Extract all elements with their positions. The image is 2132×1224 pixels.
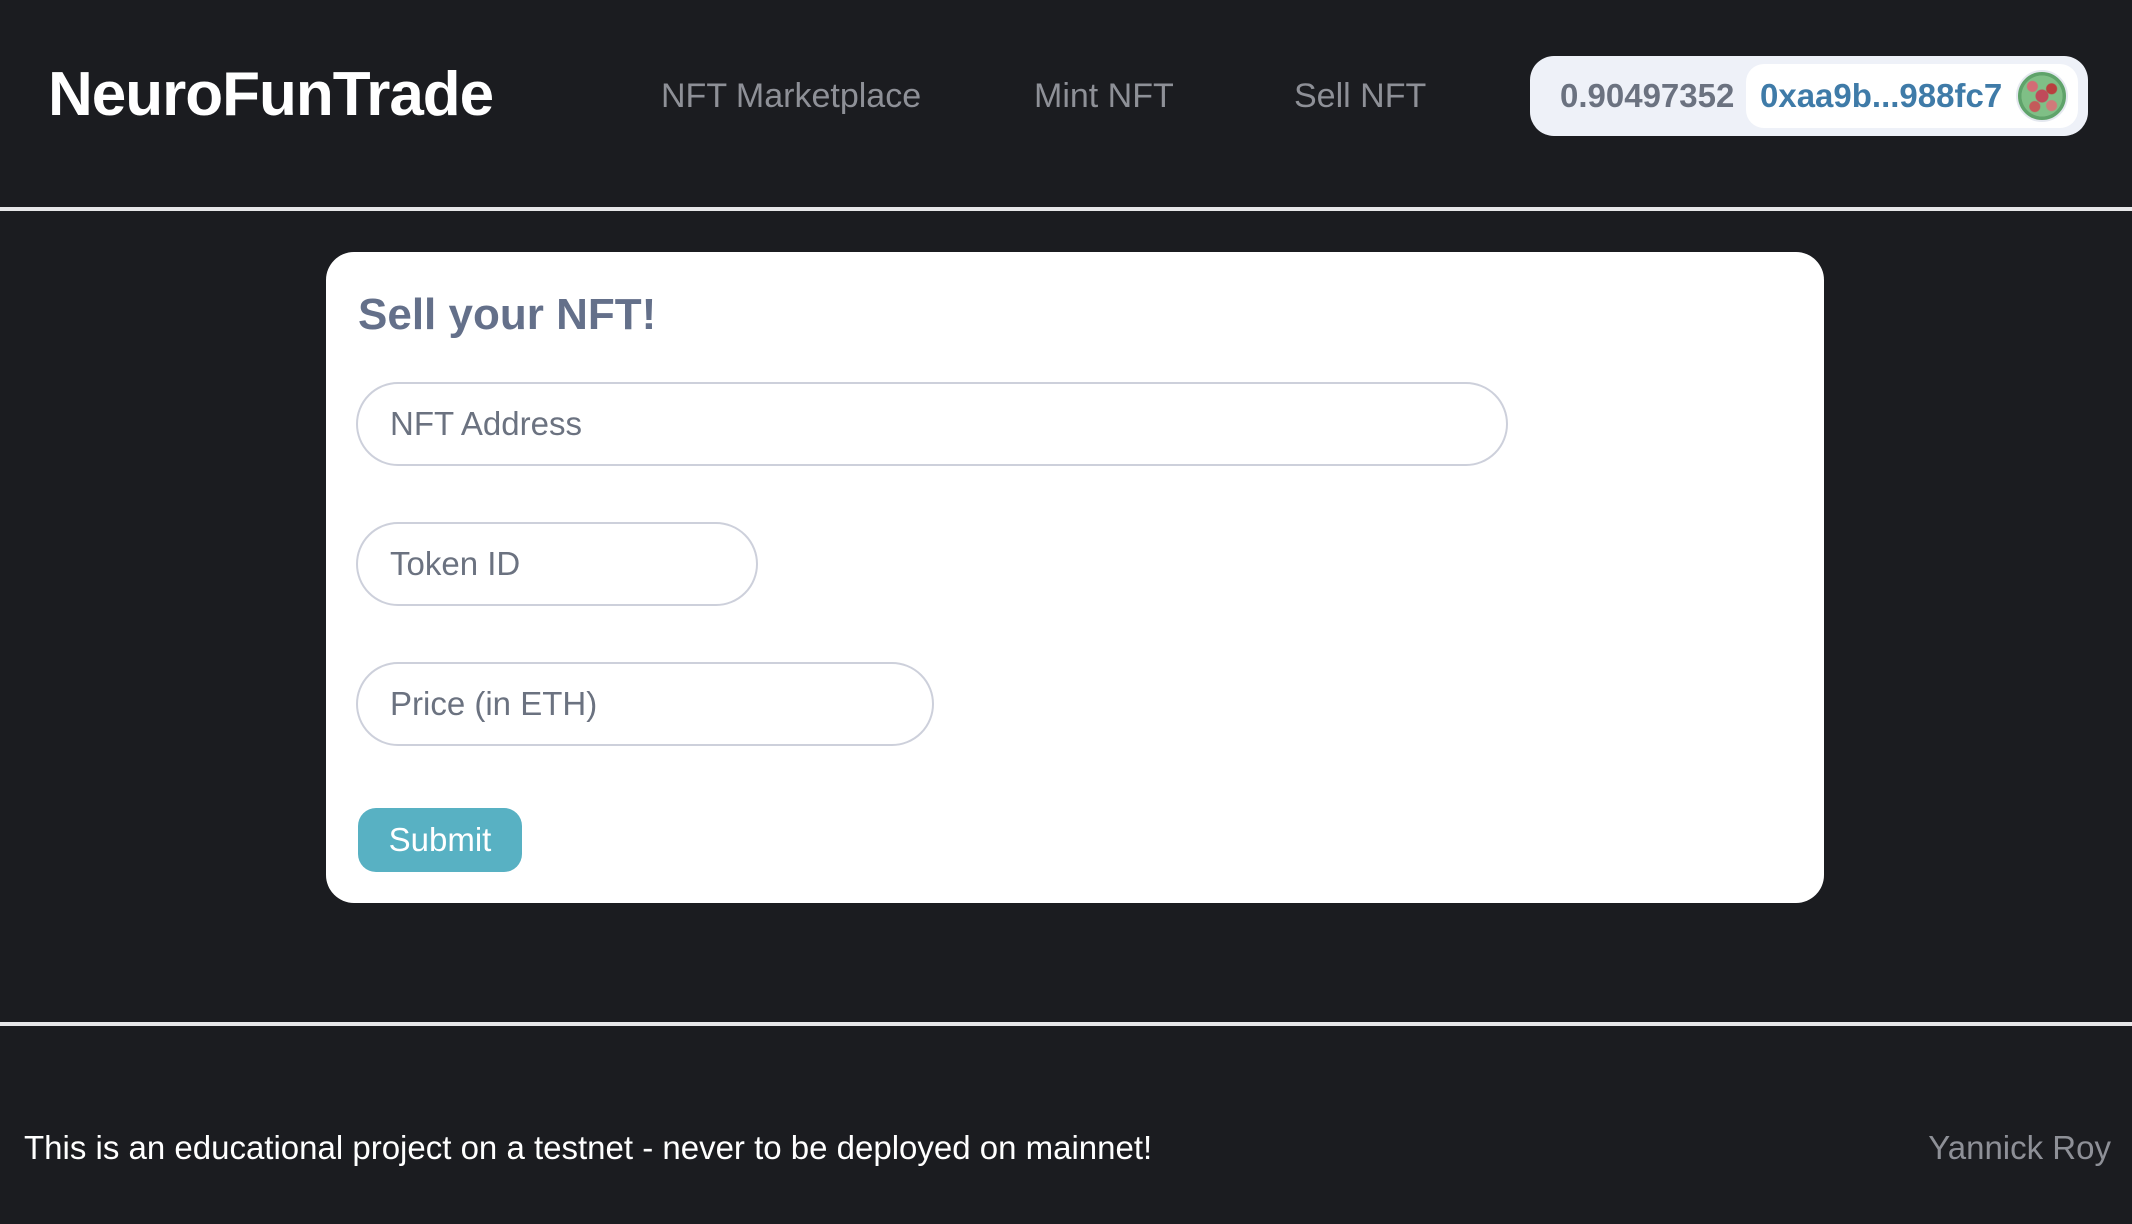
submit-button[interactable]: Submit bbox=[358, 808, 522, 872]
footer-divider bbox=[0, 1022, 2132, 1026]
wallet-address: 0xaa9b...988fc7 bbox=[1760, 77, 2003, 114]
top-navbar: NeuroFunTrade NFT Marketplace Mint NFT S… bbox=[0, 0, 2132, 208]
identicon-avatar-icon bbox=[2016, 70, 2068, 122]
wallet-balance: 0.90497352 bbox=[1560, 77, 1735, 114]
sell-nft-card: Sell your NFT! Submit bbox=[326, 252, 1824, 903]
header-divider bbox=[0, 207, 2132, 211]
footer-author: Yannick Roy bbox=[1928, 1129, 2111, 1166]
nav-link-sell-nft[interactable]: Sell NFT bbox=[1294, 74, 1426, 118]
sell-form-title: Sell your NFT! bbox=[358, 290, 657, 339]
token-id-input[interactable] bbox=[356, 522, 758, 606]
nav-link-mint-nft[interactable]: Mint NFT bbox=[1034, 74, 1174, 118]
wallet-account-pill[interactable]: 0xaa9b...988fc7 bbox=[1746, 64, 2078, 128]
footer-disclaimer: This is an educational project on a test… bbox=[24, 1129, 1153, 1166]
wallet-connect-button[interactable]: 0.90497352 0xaa9b...988fc7 bbox=[1530, 56, 2088, 136]
brand-logo-text[interactable]: NeuroFunTrade bbox=[48, 58, 494, 132]
nft-address-input[interactable] bbox=[356, 382, 1508, 466]
price-eth-input[interactable] bbox=[356, 662, 934, 746]
nav-link-nft-marketplace[interactable]: NFT Marketplace bbox=[661, 74, 921, 118]
